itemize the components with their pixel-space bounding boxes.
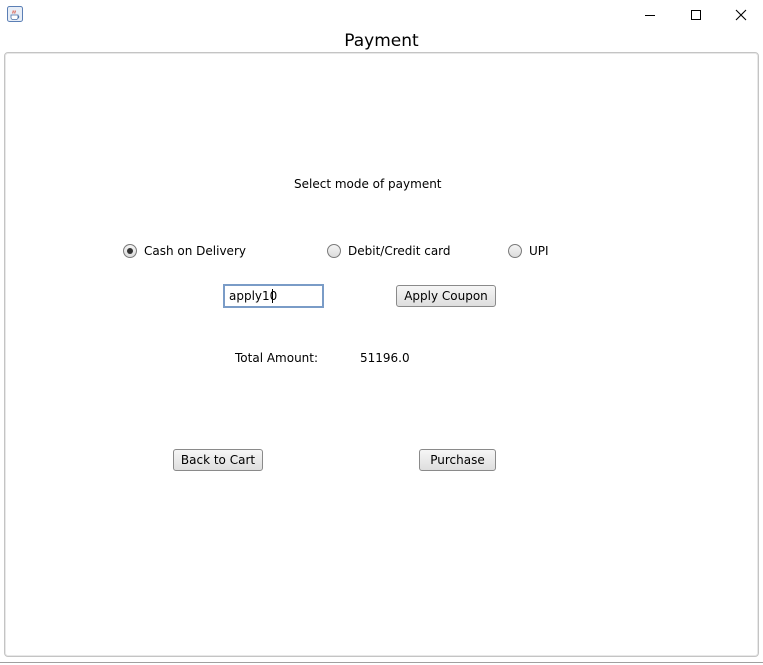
apply-coupon-button[interactable]: Apply Coupon xyxy=(396,285,496,307)
radio-indicator xyxy=(508,244,522,258)
title-bar xyxy=(0,0,763,30)
radio-selected-indicator xyxy=(123,244,137,258)
payment-window: Payment Select mode of payment Cash on D… xyxy=(0,0,763,665)
close-icon xyxy=(735,9,747,21)
frame-title: Payment xyxy=(344,31,419,51)
purchase-button[interactable]: Purchase xyxy=(419,449,496,471)
text-caret xyxy=(272,289,273,303)
radio-upi[interactable]: UPI xyxy=(508,244,549,258)
minimize-icon xyxy=(644,9,656,21)
radio-label: Debit/Credit card xyxy=(348,244,451,258)
coupon-input[interactable] xyxy=(223,284,324,308)
total-amount-label: Total Amount: xyxy=(235,351,319,365)
radio-label: UPI xyxy=(529,244,549,258)
minimize-button[interactable] xyxy=(627,0,673,29)
radio-indicator xyxy=(327,244,341,258)
radio-label: Cash on Delivery xyxy=(144,244,246,258)
payment-mode-prompt: Select mode of payment xyxy=(294,177,442,191)
maximize-button[interactable] xyxy=(673,0,719,29)
total-amount-value: 51196.0 xyxy=(360,351,410,365)
close-button[interactable] xyxy=(718,0,763,29)
java-coffee-cup-icon xyxy=(7,6,23,22)
maximize-icon xyxy=(690,9,702,21)
window-bottom-border xyxy=(0,662,763,663)
back-to-cart-button[interactable]: Back to Cart xyxy=(173,449,263,471)
radio-debit-credit-card[interactable]: Debit/Credit card xyxy=(327,244,451,258)
radio-cash-on-delivery[interactable]: Cash on Delivery xyxy=(123,244,246,258)
